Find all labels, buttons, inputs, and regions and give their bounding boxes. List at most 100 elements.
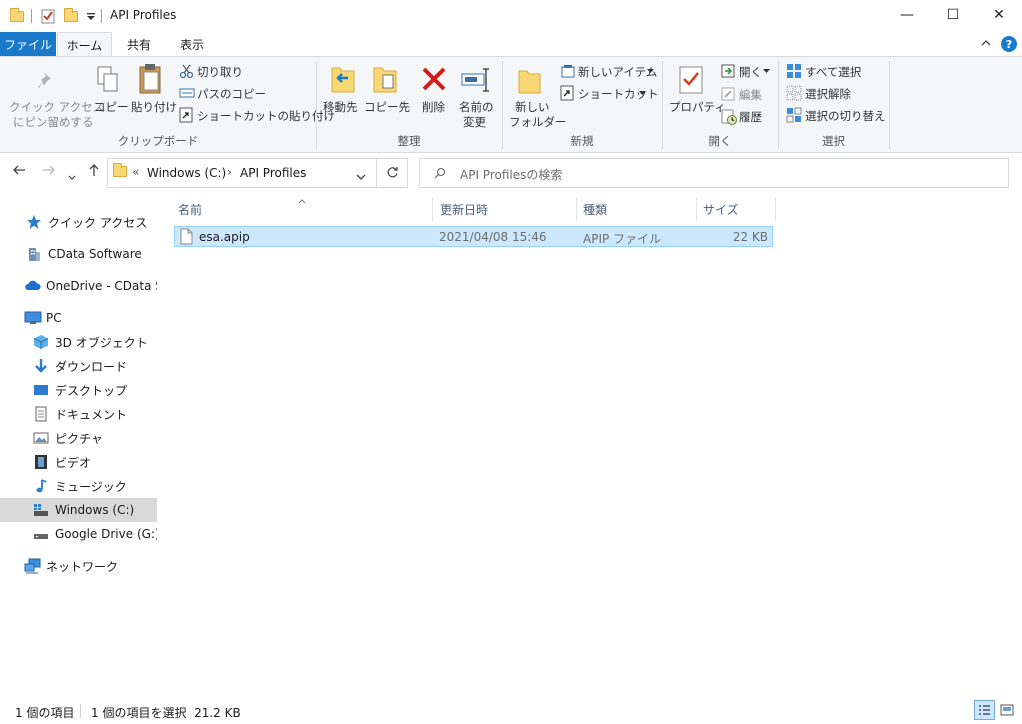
- new-folder-quick-icon[interactable]: [64, 6, 78, 26]
- computer-icon: [24, 310, 42, 326]
- nav-desktop[interactable]: デスクトップ: [0, 378, 157, 402]
- nav-documents-label: ドキュメント: [55, 407, 128, 422]
- nav-quick-access[interactable]: クイック アクセス: [0, 210, 157, 234]
- copy-label: コピー: [94, 100, 129, 114]
- tab-share[interactable]: 共有: [113, 32, 165, 56]
- rename-label-line1: 名前の: [459, 100, 494, 114]
- search-icon: [434, 167, 446, 182]
- close-button[interactable]: ✕: [976, 0, 1022, 30]
- details-view-button[interactable]: [974, 700, 995, 720]
- nav-windows-c-label: Windows (C:): [55, 503, 135, 517]
- cut-label: 切り取り: [197, 65, 243, 79]
- new-folder-icon: [518, 70, 541, 94]
- breadcrumb-separator[interactable]: ›: [227, 165, 232, 179]
- nav-documents[interactable]: ドキュメント: [0, 402, 157, 426]
- nav-3d-objects[interactable]: 3D オブジェクト: [0, 330, 157, 354]
- cloud-icon: [24, 278, 41, 294]
- customize-quick-access-icon[interactable]: [86, 6, 96, 26]
- column-header-name[interactable]: 名前: [178, 197, 202, 221]
- drive-icon: [33, 526, 49, 542]
- cube-icon: [33, 334, 49, 350]
- desktop-icon: [33, 382, 49, 398]
- details-view-icon: [979, 705, 990, 715]
- maximize-button[interactable]: ☐: [930, 0, 976, 30]
- pin-icon: [38, 72, 51, 88]
- download-icon: [33, 358, 49, 374]
- invert-selection-icon: [786, 107, 802, 123]
- group-select-label: 選択: [822, 134, 845, 148]
- nav-network[interactable]: ネットワーク: [0, 554, 157, 578]
- drive-icon: [33, 502, 49, 518]
- breadcrumb-overflow[interactable]: «: [132, 165, 139, 179]
- scissors-icon: [179, 64, 194, 79]
- nav-3d-label: 3D オブジェクト: [55, 335, 148, 350]
- nav-onedrive-label: OneDrive - CData Sof: [46, 279, 157, 293]
- address-history-button[interactable]: [356, 170, 366, 184]
- nav-downloads-label: ダウンロード: [55, 359, 128, 374]
- nav-music[interactable]: ミュージック: [0, 474, 157, 498]
- film-icon: [33, 454, 49, 470]
- file-size: 22 KB: [732, 230, 768, 244]
- recent-locations-button[interactable]: [68, 167, 76, 185]
- help-icon[interactable]: ?: [1001, 36, 1017, 52]
- tab-home[interactable]: ホーム: [57, 32, 112, 57]
- star-icon: [26, 214, 42, 230]
- breadcrumb-windows-c[interactable]: Windows (C:): [147, 166, 226, 180]
- column-divider[interactable]: [696, 197, 697, 221]
- file-name: esa.apip: [199, 230, 250, 244]
- up-button[interactable]: [87, 163, 101, 181]
- tab-view[interactable]: 表示: [166, 32, 218, 56]
- open-label: 開く: [739, 65, 762, 79]
- pin-label-line1: クイック アクセス: [9, 100, 105, 114]
- forward-button[interactable]: [42, 163, 56, 181]
- column-header-modified[interactable]: 更新日時: [440, 197, 488, 221]
- nav-pc-label: PC: [46, 311, 62, 325]
- tab-file[interactable]: ファイル: [0, 32, 56, 56]
- chevron-down-icon: [356, 174, 366, 180]
- nav-downloads[interactable]: ダウンロード: [0, 354, 157, 378]
- properties-icon: [679, 66, 703, 94]
- building-icon: [26, 246, 42, 262]
- table-row[interactable]: esa.apip 2021/04/08 15:46 APIP ファイル 22 K…: [174, 226, 773, 247]
- column-divider[interactable]: [775, 197, 776, 221]
- column-divider[interactable]: [576, 197, 577, 221]
- collapse-ribbon-icon[interactable]: [980, 37, 992, 52]
- select-all-icon: [787, 64, 801, 78]
- divider: [101, 9, 102, 23]
- address-bar[interactable]: « Windows (C:) › API Profiles: [107, 158, 408, 188]
- properties-quick-icon[interactable]: [40, 6, 56, 26]
- address-row: « Windows (C:) › API Profiles API Profil…: [0, 153, 1022, 193]
- nav-pictures[interactable]: ピクチャ: [0, 426, 157, 450]
- nav-pc[interactable]: PC: [0, 306, 157, 330]
- rename-label-line2: 変更: [463, 115, 486, 129]
- nav-windows-c[interactable]: Windows (C:): [0, 498, 157, 522]
- breadcrumb-api-profiles[interactable]: API Profiles: [240, 166, 306, 180]
- column-header-type[interactable]: 種類: [583, 197, 607, 221]
- paste-shortcut-icon: [179, 107, 193, 123]
- search-input[interactable]: API Profilesの検索: [419, 158, 1009, 188]
- sort-ascending-icon: [298, 193, 306, 207]
- rename-icon: [461, 68, 489, 92]
- column-header-size[interactable]: サイズ: [703, 197, 739, 221]
- back-button[interactable]: [12, 163, 26, 181]
- music-note-icon: [33, 478, 49, 494]
- edit-icon: [721, 87, 735, 101]
- open-icon: [721, 64, 735, 78]
- nav-cdata-label: CData Software: [48, 247, 142, 261]
- paste-icon: [139, 64, 161, 94]
- refresh-button[interactable]: [386, 166, 399, 182]
- nav-cdata-software[interactable]: CData Software: [0, 242, 157, 266]
- group-divider: [889, 61, 890, 149]
- paste-label: 貼り付け: [131, 100, 177, 114]
- status-bar: 1 個の項目 1 個の項目を選択 21.2 KB: [0, 698, 1022, 724]
- column-divider[interactable]: [432, 197, 433, 221]
- divider: [31, 9, 32, 23]
- nav-google-drive[interactable]: Google Drive (G:): [0, 522, 157, 546]
- minimize-button[interactable]: —: [884, 0, 930, 30]
- nav-videos[interactable]: ビデオ: [0, 450, 157, 474]
- status-selected: 1 個の項目を選択 21.2 KB: [91, 706, 241, 720]
- pin-label-line2: にピン留めする: [13, 115, 94, 129]
- network-icon: [24, 558, 41, 574]
- nav-onedrive[interactable]: OneDrive - CData Sof: [0, 274, 157, 298]
- large-icons-view-button[interactable]: [998, 702, 1015, 718]
